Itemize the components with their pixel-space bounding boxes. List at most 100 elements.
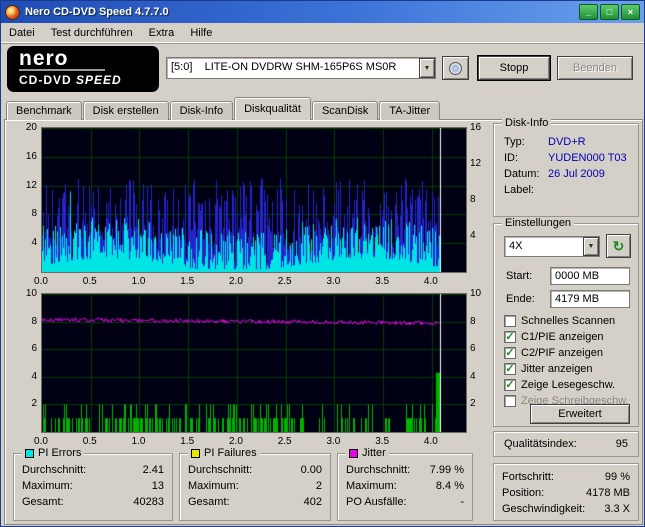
pi-failures-stats-box: PI Failures Durchschnitt: 0.00 Maximum: 2 Ges…: [179, 447, 331, 521]
chart-plot-area: [41, 293, 467, 433]
checkbox-icon: ✓: [504, 346, 516, 359]
progress-row: Fortschritt: 99 %: [502, 471, 630, 483]
tab-disk-erstellen[interactable]: Disk erstellen: [82, 101, 169, 120]
progress-row: Position: 4178 MB: [502, 487, 630, 499]
minimize-button[interactable]: _: [579, 4, 598, 20]
y-axis-tick-label: 2: [470, 398, 476, 410]
speed-combo-arrow-icon[interactable]: ▼: [583, 237, 599, 256]
maximize-button[interactable]: □: [600, 4, 619, 20]
jitter-legend-icon: [349, 448, 358, 458]
y-axis-tick-label: 20: [25, 122, 37, 133]
x-axis-tick-label: 0.0: [34, 276, 48, 287]
y-axis-tick-label: 8: [470, 315, 476, 327]
checkbox-zeige-lesegeschw[interactable]: ✓ Zeige Lesegeschw.: [504, 378, 638, 391]
x-axis-tick-label: 2.5: [277, 436, 292, 447]
y-axis-tick-label: 2: [31, 398, 37, 410]
eject-disc-button[interactable]: [442, 56, 469, 80]
start-field[interactable]: 0000 MB: [550, 267, 630, 285]
jitter-stats-box: Jitter Durchschnitt: 7.99 % Maximum: 8.4 % PO…: [337, 447, 473, 521]
logo-brand: nero: [19, 47, 69, 70]
y-axis-tick-label: 6: [31, 343, 37, 355]
x-axis-tick-label: 1.5: [180, 276, 195, 287]
speed-combo[interactable]: 4X ▼: [504, 236, 600, 257]
tab-disk-info[interactable]: Disk-Info: [169, 101, 234, 120]
y-axis-tick-label: 4: [470, 230, 476, 241]
x-axis-tick-label: 3.0: [326, 436, 341, 447]
menu-item-hilfe[interactable]: Hilfe: [182, 24, 220, 42]
chart-plot-area: [41, 127, 467, 273]
disk-info-row: Label:: [504, 184, 534, 196]
drive-combo-value: [5:0] LITE-ON DVDRW SHM-165P6S MS0R: [171, 61, 397, 73]
refresh-button[interactable]: ↻: [606, 234, 631, 258]
y-axis-tick-label: 8: [31, 315, 37, 327]
tab-scandisk[interactable]: ScanDisk: [311, 101, 379, 120]
nero-logo: nero CD-DVD SPEED: [7, 46, 159, 92]
stat-row: Maximum: 2: [188, 480, 322, 492]
quality-index-label: Qualitätsindex:: [504, 438, 577, 450]
stat-row: Durchschnitt: 7.99 %: [346, 464, 464, 476]
stat-box-title: Jitter: [346, 447, 389, 459]
y-axis-tick-label: 12: [470, 158, 482, 169]
menu-bar: Datei Test durchführen Extra Hilfe: [1, 23, 644, 43]
menu-item-extra[interactable]: Extra: [141, 24, 183, 42]
scan-options: Schnelles Scannen ✓ C1/PIE anzeigen ✓ C2/PIF…: [494, 314, 638, 410]
y-axis-tick-label: 12: [25, 179, 37, 191]
pi-errors-chart: 4 8 12 16 20 4 8 12 16 0.0 0.5 1.0 1.5 2.0 2.5 3.0 3.5 4.…: [11, 122, 493, 287]
exit-button[interactable]: Beenden: [557, 56, 633, 80]
stat-row: Maximum: 8.4 %: [346, 480, 464, 492]
tab-diskqualit-t[interactable]: Diskqualität: [234, 97, 311, 120]
drive-combo[interactable]: [5:0] LITE-ON DVDRW SHM-165P6S MS0R ▼: [166, 57, 436, 79]
y-axis-tick-label: 10: [470, 288, 482, 299]
checkbox-schnelles-scannen[interactable]: Schnelles Scannen: [504, 314, 638, 327]
logo-product-speed: SPEED: [76, 73, 122, 87]
checkbox-c1-pie-anzeigen[interactable]: ✓ C1/PIE anzeigen: [504, 330, 638, 343]
drive-combo-arrow-icon[interactable]: ▼: [419, 58, 435, 78]
x-axis-tick-label: 3.0: [326, 276, 341, 287]
refresh-icon: ↻: [612, 238, 625, 254]
y-axis-tick-label: 4: [31, 370, 37, 382]
app-window: Nero CD-DVD Speed 4.7.7.0 _ □ × Datei Tes…: [0, 0, 645, 527]
x-axis-tick-label: 2.5: [277, 276, 292, 287]
y-axis-tick-label: 6: [470, 343, 476, 355]
x-axis-tick-label: 0.5: [82, 276, 97, 287]
speed-combo-value: 4X: [509, 240, 523, 252]
close-button[interactable]: ×: [621, 4, 640, 20]
pi-errors-stats-box: PI Errors Durchschnitt: 2.41 Maximum: 13 Gesa…: [13, 447, 173, 521]
checkbox-c2-pif-anzeigen[interactable]: ✓ C2/PIF anzeigen: [504, 346, 638, 359]
start-label: Start:: [506, 270, 533, 282]
y-axis-tick-label: 16: [470, 122, 482, 133]
disk-info-row: Datum: 26 Jul 2009: [504, 168, 605, 180]
stat-row: Gesamt: 40283: [22, 496, 164, 508]
pi-errors-legend-icon: [25, 448, 34, 458]
y-axis-tick-label: 10: [25, 288, 37, 299]
stat-row: PO Ausfälle: -: [346, 496, 464, 508]
progress-box: Fortschritt: 99 % Position: 4178 MB Geschwin…: [493, 463, 639, 521]
logo-product-text: CD-DVD: [19, 73, 72, 87]
x-axis-tick-label: 2.0: [228, 436, 243, 447]
logo-product: CD-DVD SPEED: [19, 73, 147, 87]
quality-index-box: Qualitätsindex: 95: [493, 431, 639, 457]
advanced-button[interactable]: Erweitert: [530, 404, 630, 424]
stop-button[interactable]: Stopp: [477, 55, 551, 81]
x-axis-tick-label: 1.5: [180, 436, 195, 447]
end-field[interactable]: 4179 MB: [550, 290, 630, 308]
disc-icon: [449, 61, 462, 75]
x-axis-tick-label: 3.5: [375, 436, 390, 447]
menu-item-datei[interactable]: Datei: [1, 24, 43, 42]
end-label: Ende:: [506, 293, 535, 305]
menu-item-test-durchf-hren[interactable]: Test durchführen: [43, 24, 141, 42]
stat-row: Gesamt: 402: [188, 496, 322, 508]
app-icon: [5, 4, 20, 20]
tab-ta-jitter[interactable]: TA-Jitter: [379, 101, 441, 120]
y-axis-tick-label: 16: [25, 150, 37, 162]
disk-info-rows: Typ: DVD+R ID: YUDEN000 T03 Datum: 26 Jul 200…: [494, 124, 638, 198]
x-axis-tick-label: 1.0: [131, 276, 146, 287]
checkbox-icon: [504, 394, 516, 407]
tab-benchmark[interactable]: Benchmark: [6, 101, 82, 120]
quality-index-value: 95: [615, 438, 628, 450]
tab-strip: Benchmark Disk erstellen Disk-Info Diskqual…: [6, 97, 441, 120]
title-bar: Nero CD-DVD Speed 4.7.7.0 _ □ ×: [1, 1, 644, 23]
checkbox-jitter-anzeigen[interactable]: ✓ Jitter anzeigen: [504, 362, 638, 375]
stat-row: Maximum: 13: [22, 480, 164, 492]
checkbox-icon: ✓: [504, 362, 516, 375]
